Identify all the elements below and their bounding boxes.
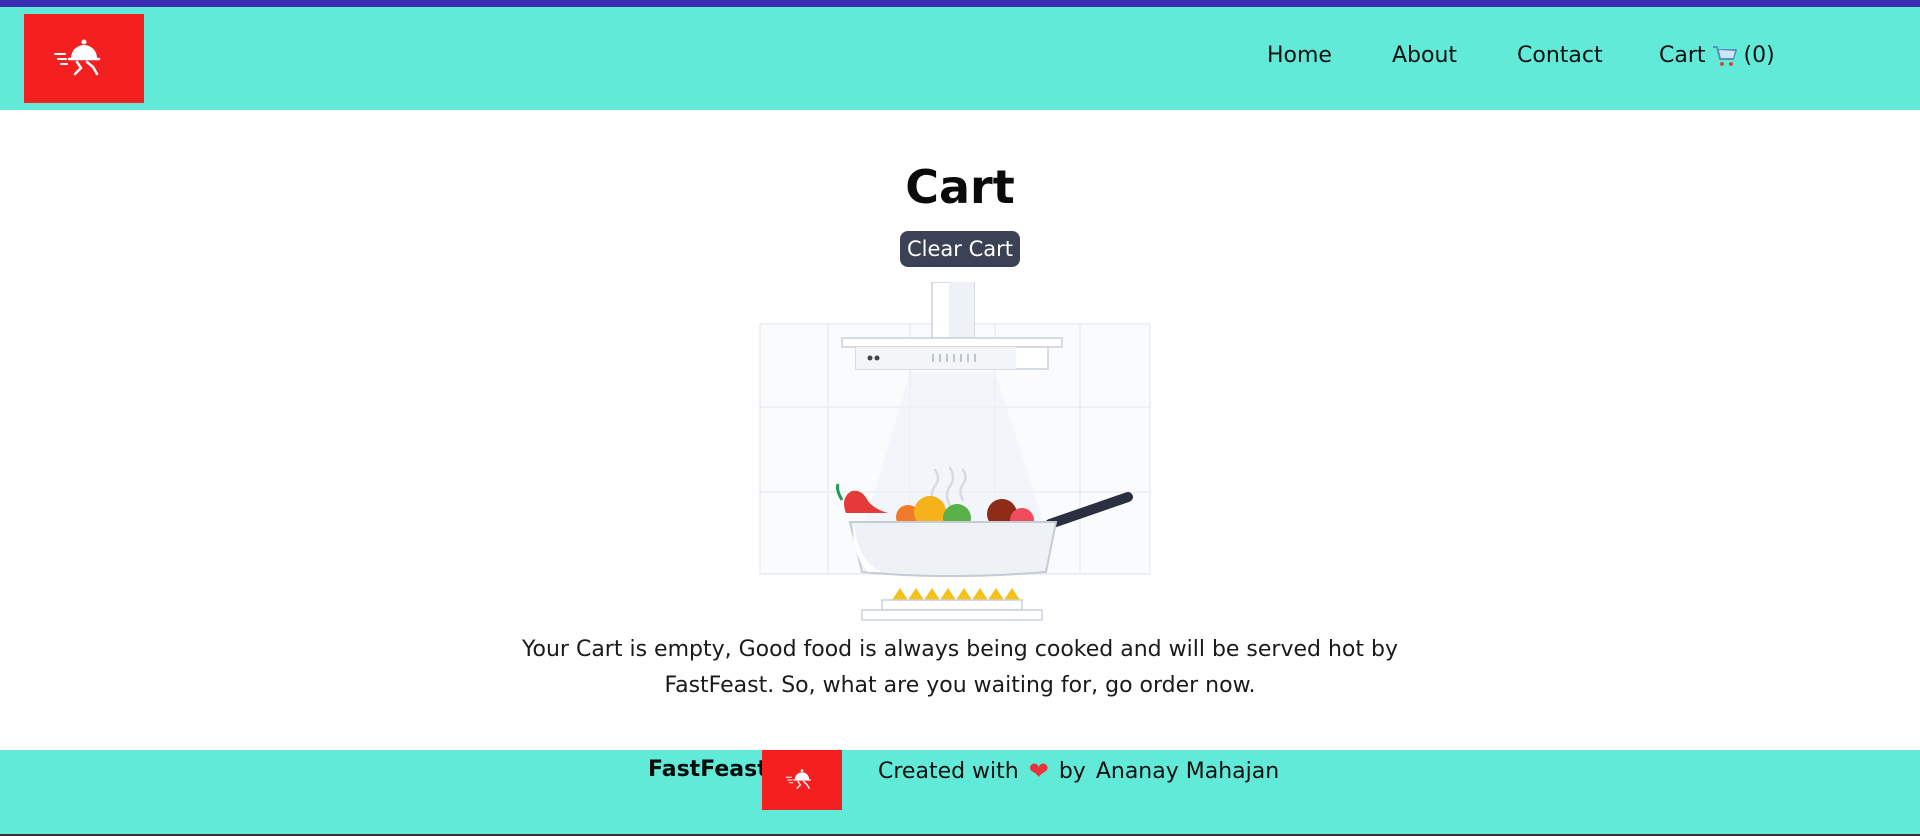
cart-count: (0) <box>1743 43 1775 68</box>
cart-page: Cart Clear Cart Your Cart is empty, Good… <box>0 110 1920 750</box>
shopping-cart-icon <box>1712 45 1737 66</box>
site-header: Home About Contact Cart (0) <box>0 7 1920 110</box>
food-delivery-icon <box>54 39 101 75</box>
nav-cart-link[interactable]: Cart (0) <box>1659 43 1775 68</box>
clear-cart-button[interactable]: Clear Cart <box>900 231 1020 267</box>
footer-by-text: by <box>1058 758 1086 784</box>
footer-brand: FastFeast <box>648 757 768 782</box>
footer-credit: Created with ❤ by Ananay Mahajan <box>878 757 1279 785</box>
empty-cart-illustration <box>759 282 1151 621</box>
page-title: Cart <box>905 160 1015 214</box>
top-accent-line <box>0 0 1920 7</box>
empty-cart-message: Your Cart is empty, Good food is always … <box>522 637 1398 698</box>
nav-contact-link[interactable]: Contact <box>1517 43 1603 68</box>
footer-author: Ananay Mahajan <box>1095 758 1280 784</box>
footer-logo <box>762 750 842 810</box>
footer-created-text: Created with <box>878 758 1019 784</box>
nav-home-link[interactable]: Home <box>1267 43 1332 68</box>
nav-cart-label: Cart <box>1659 43 1706 68</box>
food-delivery-icon <box>785 769 811 789</box>
heart-icon: ❤ <box>1028 757 1049 785</box>
site-footer: FastFeast Created with ❤ by Ananay Mahaj… <box>0 750 1920 836</box>
site-logo[interactable] <box>24 14 144 103</box>
nav-about-link[interactable]: About <box>1392 43 1457 68</box>
